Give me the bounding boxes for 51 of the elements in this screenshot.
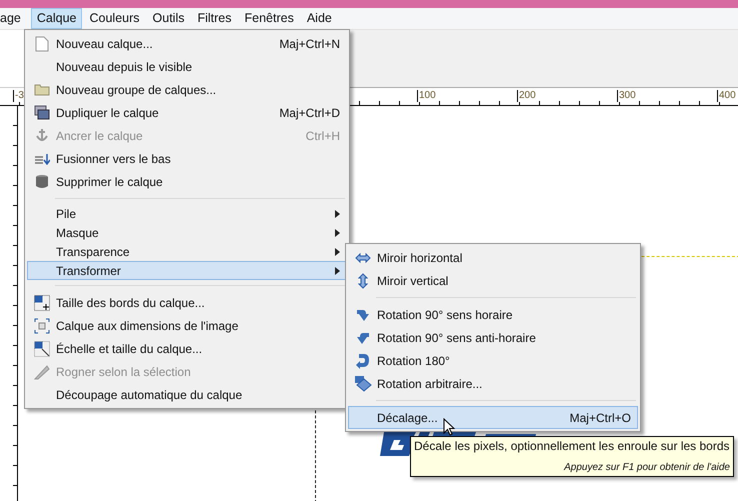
anchor-icon xyxy=(35,128,49,143)
ruler-label: 300 xyxy=(617,90,636,102)
menu-item[interactable]: Transparence xyxy=(27,242,347,261)
folder-icon xyxy=(34,83,50,96)
horizontal-arrows-icon xyxy=(355,252,371,262)
resize-border-icon xyxy=(34,294,50,310)
rotate-layer-icon xyxy=(354,375,372,392)
menu-item[interactable]: Nouveau depuis le visible xyxy=(27,55,347,78)
rotate-arrow-icon xyxy=(356,330,370,344)
merge-icon xyxy=(34,152,50,164)
page-icon xyxy=(35,36,49,52)
ruler-label: 100 xyxy=(417,90,436,102)
menu-item[interactable]: Rotation 90° sens anti-horaire xyxy=(348,326,638,349)
menu-item[interactable]: Taille des bords du calque... xyxy=(27,291,347,314)
menu-bar-item[interactable]: Calque xyxy=(30,8,82,29)
menu-item[interactable]: Nouveau groupe de calques... xyxy=(27,78,347,101)
menu-item[interactable]: Rotation 180° xyxy=(348,349,638,372)
menu-item[interactable]: Dupliquer le calque Maj+Ctrl+D xyxy=(27,101,347,124)
menu-item[interactable]: Masque xyxy=(27,223,347,242)
ruler-label: -3 xyxy=(13,90,24,102)
crop-icon xyxy=(34,364,50,380)
menu-item[interactable]: Rotation arbitraire... xyxy=(348,372,638,395)
menu-bar-item[interactable]: Aide xyxy=(300,8,338,29)
menu-item[interactable]: Miroir vertical xyxy=(348,269,638,292)
menu-bar-item[interactable]: age xyxy=(0,8,27,29)
duplicate-icon xyxy=(34,105,50,120)
menu-item[interactable]: Nouveau calque... Maj+Ctrl+N xyxy=(27,32,347,55)
menu-item[interactable]: Transformer xyxy=(27,261,347,280)
menu-bar-item[interactable]: Fenêtres xyxy=(238,8,300,29)
menu-item[interactable]: Découpage automatique du calque xyxy=(27,383,347,406)
tooltip-text: Décale les pixels, optionnellement les enroule sur les bords xyxy=(414,439,730,453)
menu-item[interactable]: Fusionner vers le bas xyxy=(27,147,347,170)
scale-icon xyxy=(34,340,50,356)
menu-bar-item[interactable]: Couleurs xyxy=(83,8,146,29)
menu-item[interactable]: Calque aux dimensions de l'image xyxy=(27,314,347,337)
menu-item[interactable]: Pile xyxy=(27,204,347,223)
menu-item[interactable]: Rotation 90° sens horaire xyxy=(348,303,638,326)
ruler-label: 200 xyxy=(517,90,536,102)
ruler-label: 400 xyxy=(717,90,736,102)
tooltip-hint: Appuyez sur F1 pour obtenir de l'aide xyxy=(564,462,730,473)
vertical-arrows-icon xyxy=(358,272,368,288)
menu-item[interactable]: Décalage... Maj+Ctrl+O xyxy=(348,406,638,429)
menu-bar-item[interactable]: Outils xyxy=(146,8,190,29)
menu-item[interactable]: Miroir horizontal xyxy=(348,246,638,269)
rotate-arrow-icon xyxy=(356,352,370,368)
rotate-arrow-icon xyxy=(356,308,370,322)
menu-item[interactable]: Supprimer le calque xyxy=(27,170,347,193)
fit-canvas-icon xyxy=(34,318,50,334)
menu-item[interactable]: Échelle et taille du calque... xyxy=(27,337,347,360)
trash-icon xyxy=(35,174,49,189)
menu-bar-item[interactable]: Filtres xyxy=(191,8,238,29)
